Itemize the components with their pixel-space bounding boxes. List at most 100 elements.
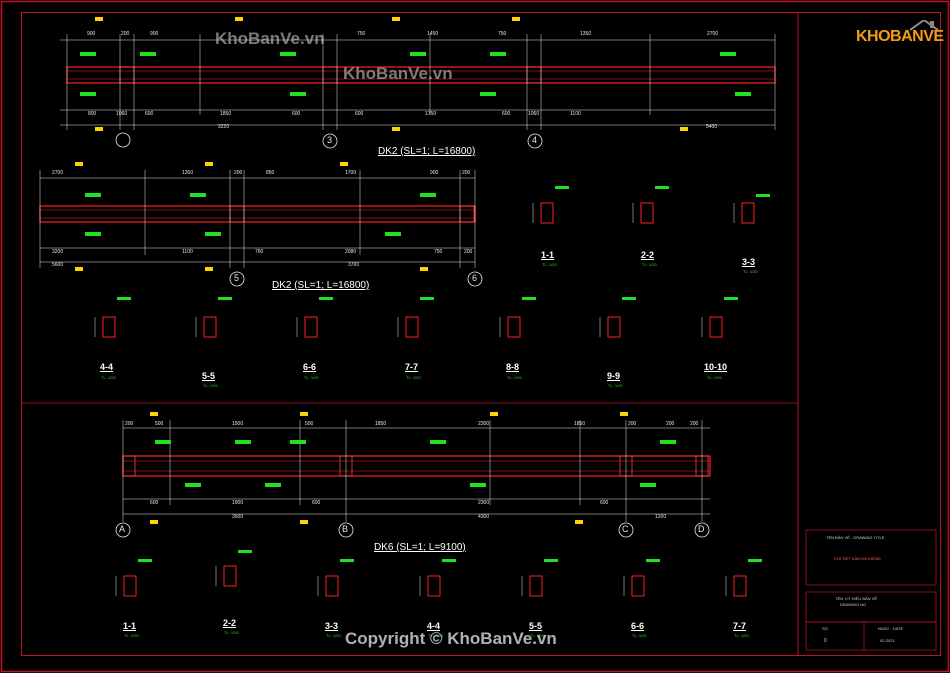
dim-b3-bot-6: 4300 bbox=[478, 514, 490, 520]
cad-drawing-canvas bbox=[0, 0, 950, 673]
scale-label-r3-5: TL: 1/20 bbox=[632, 633, 647, 638]
scale-label-r3-1: TL: 1/20 bbox=[224, 630, 239, 635]
dim-b3-bot-5: 3500 bbox=[232, 514, 244, 520]
dim-b3-top-3: 500 bbox=[305, 421, 314, 427]
section-label-r2-1: 5-5 bbox=[202, 371, 216, 381]
dim-b1-top-2: 900 bbox=[150, 31, 159, 37]
dim-b3-top-8: 200 bbox=[666, 421, 675, 427]
title-block-date-label: NGÀY - DATE bbox=[878, 626, 904, 631]
dim-b3-top-1: 500 bbox=[155, 421, 164, 427]
dim-b3-bot-1: 1900 bbox=[232, 500, 244, 506]
copyright-watermark: Copyright © KhoBanVe.vn bbox=[345, 629, 557, 648]
dim-b3-bot-0: 600 bbox=[150, 500, 159, 506]
title-block-drawing-no-label: TÊN, KÝ HIỆU BẢN VẼ bbox=[835, 596, 878, 601]
scale-label-r3-0: TL: 1/20 bbox=[124, 633, 139, 638]
dim-b3-top-2: 1500 bbox=[232, 421, 244, 427]
axis-label-4: 4 bbox=[532, 135, 538, 145]
title-block-drawing-no: DRAWING NO bbox=[840, 602, 867, 607]
dim-b1-bot-1: 1060 bbox=[116, 111, 128, 117]
dim-b1-bot-10: 3220 bbox=[218, 124, 230, 130]
axis-label-5: 5 bbox=[234, 273, 240, 283]
section-label-r3-2: 3-3 bbox=[325, 621, 339, 631]
dim-b2-top-0: 2700 bbox=[52, 170, 64, 176]
scale-label-r1-2: TL: 1/20 bbox=[743, 269, 758, 274]
beam-title-3: DK6 (SL=1; L=9100) bbox=[374, 542, 466, 553]
dim-b2-top-2: 200 bbox=[234, 170, 243, 176]
beam-2 bbox=[39, 162, 483, 287]
section-label-r2-4: 8-8 bbox=[506, 362, 520, 372]
inner-border bbox=[21, 12, 941, 656]
dim-b3-bot-7: 1200 bbox=[655, 514, 667, 520]
title-block-no-value: 0 bbox=[824, 638, 827, 644]
dim-b2-bot-0: 3200 bbox=[52, 249, 64, 255]
section-label-r3-0: 1-1 bbox=[123, 621, 137, 631]
title-block bbox=[805, 529, 937, 651]
dim-b2-bot-5: 200 bbox=[464, 249, 473, 255]
scale-label-r2-5: TL: 1/20 bbox=[608, 383, 623, 388]
section-label-r1-0: 1-1 bbox=[541, 250, 555, 260]
section-label-r2-6: 10-10 bbox=[704, 362, 728, 372]
dim-b3-top-5: 2300 bbox=[478, 421, 490, 427]
dim-b3-top-0: 200 bbox=[125, 421, 134, 427]
dim-b1-bot-5: 600 bbox=[355, 111, 364, 117]
dim-b2-top-3: 850 bbox=[266, 170, 275, 176]
axis-label-d: D bbox=[698, 524, 705, 534]
scale-label-r1-1: TL: 1/20 bbox=[642, 262, 657, 267]
scale-label-r2-2: TL: 1/20 bbox=[304, 375, 319, 380]
section-label-r2-5: 9-9 bbox=[607, 371, 621, 381]
dim-b1-bot-3: 1850 bbox=[220, 111, 232, 117]
section-label-r2-0: 4-4 bbox=[100, 362, 114, 372]
dim-b1-bot-2: 600 bbox=[145, 111, 154, 117]
axis-label-b: B bbox=[342, 524, 349, 534]
dim-b2-bot-6: 5600 bbox=[52, 262, 64, 268]
axis-label-c: C bbox=[622, 524, 629, 534]
scale-label-r3-2: TL: 1/20 bbox=[326, 633, 341, 638]
dim-b3-bot-3: 2300 bbox=[478, 500, 490, 506]
dim-b1-bot-11: 5400 bbox=[706, 124, 718, 130]
title-block-date-value: 02-2021 bbox=[880, 638, 895, 643]
scale-label-r2-6: TL: 1/20 bbox=[707, 375, 722, 380]
scale-label-r1-0: TL: 1/20 bbox=[542, 262, 557, 267]
beam-title-2: DK2 (SL=1; L=16800) bbox=[272, 280, 370, 291]
dim-b1-top-0: 900 bbox=[87, 31, 96, 37]
dim-b3-top-7: 200 bbox=[628, 421, 637, 427]
dim-b3-top-9: 200 bbox=[690, 421, 699, 427]
beam-3 bbox=[115, 412, 711, 538]
dim-b1-bot-7: 600 bbox=[502, 111, 511, 117]
section-label-r2-3: 7-7 bbox=[405, 362, 419, 372]
scale-label-r2-1: TL: 1/20 bbox=[203, 383, 218, 388]
beam-title-1: DK2 (SL=1; L=16800) bbox=[378, 146, 476, 157]
dim-b1-top-4: 1450 bbox=[427, 31, 439, 37]
scale-label-r3-6: TL: 1/20 bbox=[734, 633, 749, 638]
sections-row-3 bbox=[123, 565, 747, 597]
watermark-1: KhoBanVe.vn bbox=[215, 29, 325, 48]
dim-b3-bot-4: 600 bbox=[600, 500, 609, 506]
dim-b2-bot-1: 1100 bbox=[182, 249, 193, 255]
dim-b1-bot-8: 1060 bbox=[528, 111, 540, 117]
title-block-drawing-title: CHI TIẾT DẦM ĐÀ KIỀNG bbox=[834, 556, 881, 561]
watermark-2: KhoBanVe.vn bbox=[343, 64, 453, 83]
scale-label-r2-3: TL: 1/20 bbox=[406, 375, 421, 380]
dim-b2-bot-2: 760 bbox=[255, 249, 264, 255]
dim-b1-top-5: 750 bbox=[498, 31, 507, 37]
section-label-r3-6: 7-7 bbox=[733, 621, 747, 631]
section-label-r3-5: 6-6 bbox=[631, 621, 645, 631]
dim-b2-top-4: 1700 bbox=[345, 170, 357, 176]
dim-b2-top-5: 900 bbox=[430, 170, 439, 176]
dim-b1-top-1: 200 bbox=[121, 31, 130, 37]
sections-row-1 bbox=[540, 202, 755, 224]
scale-label-r2-4: TL: 1/20 bbox=[507, 375, 522, 380]
dim-b1-bot-4: 600 bbox=[292, 111, 301, 117]
section-label-r2-2: 6-6 bbox=[303, 362, 317, 372]
scale-label-r2-0: TL: 1/20 bbox=[101, 375, 116, 380]
logo-text: KHOBANVE bbox=[856, 28, 944, 45]
dim-b2-bot-7: 3700 bbox=[348, 262, 360, 268]
dim-b3-top-4: 1850 bbox=[375, 421, 387, 427]
dim-b1-bot-0: 800 bbox=[88, 111, 97, 117]
dim-b2-top-6: 200 bbox=[462, 170, 471, 176]
dim-b1-top-3: 750 bbox=[357, 31, 366, 37]
axis-label-6: 6 bbox=[472, 273, 478, 283]
axis-label-a: A bbox=[119, 524, 126, 534]
dim-b1-bot-9: 1100 bbox=[570, 111, 581, 117]
outer-border bbox=[0, 0, 950, 673]
